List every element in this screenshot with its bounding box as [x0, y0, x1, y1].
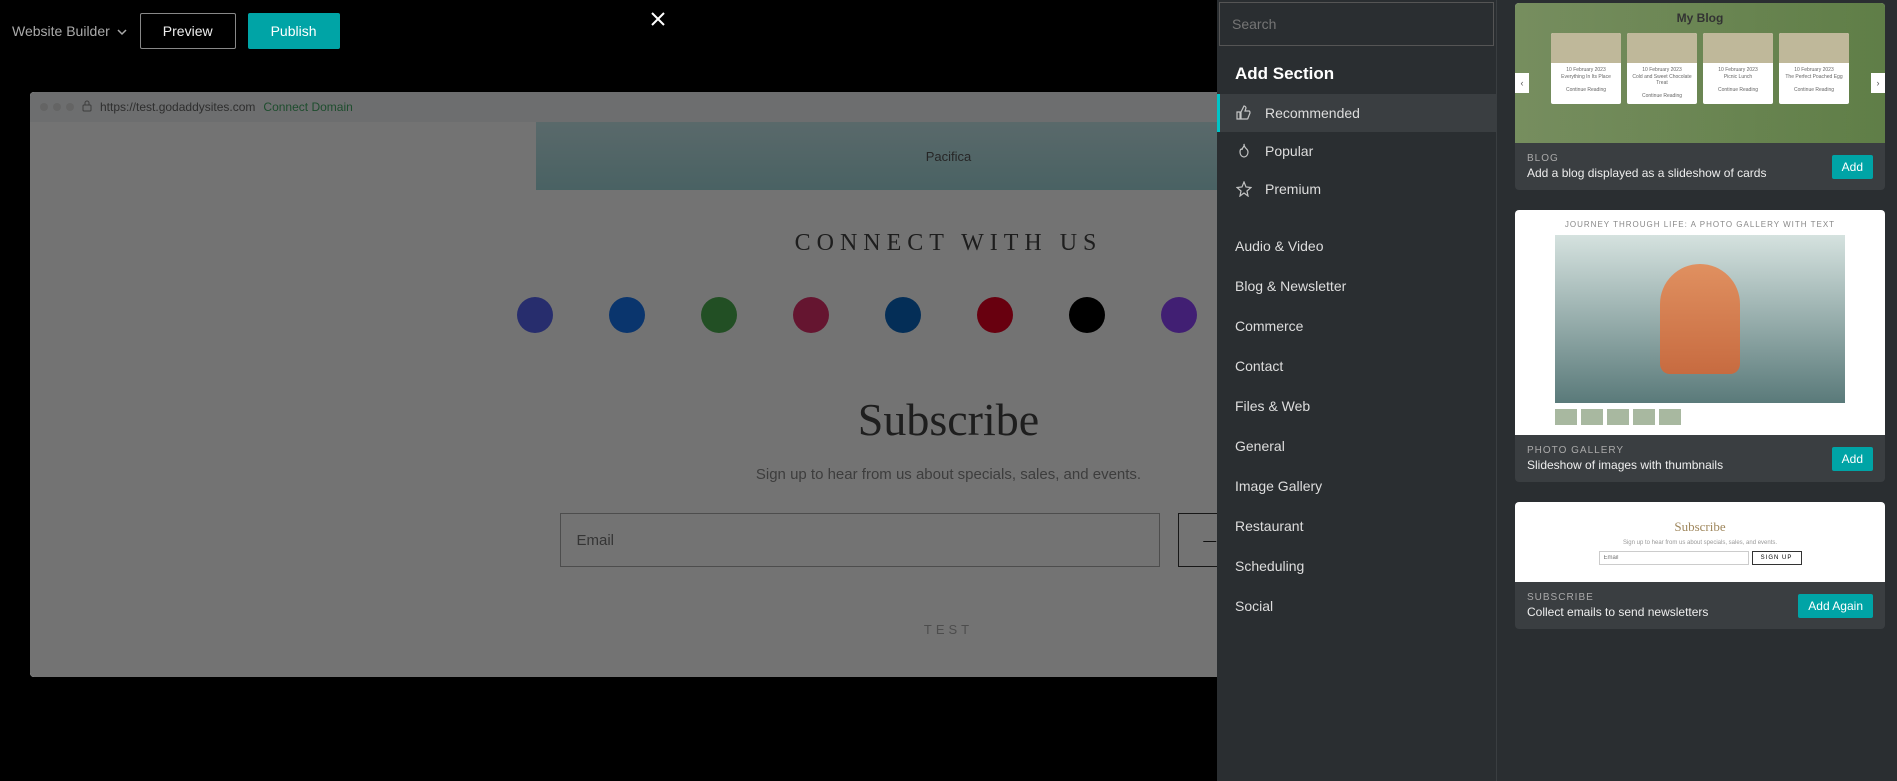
card-category: PHOTO GALLERY	[1527, 445, 1723, 456]
cat-social[interactable]: Social	[1217, 586, 1496, 626]
read-more: Continue Reading	[1783, 87, 1845, 94]
sub-prev-email	[1599, 551, 1749, 565]
blog-preview-title: My Blog	[1515, 3, 1885, 33]
tab-label: Recommended	[1265, 105, 1360, 121]
card-category: BLOG	[1527, 153, 1766, 164]
gallery-preview-title: JOURNEY THROUGH LIFE: A PHOTO GALLERY WI…	[1525, 220, 1875, 229]
chevron-down-icon	[116, 25, 128, 37]
post-title: Cold and Sweet Chocolate Treat	[1631, 74, 1693, 87]
add-subscribe-button[interactable]: Add Again	[1798, 594, 1873, 618]
cat-general[interactable]: General	[1217, 426, 1496, 466]
template-card-blog: My Blog ‹ › 10 February 2023Everything I…	[1515, 3, 1885, 190]
template-card-subscribe: Subscribe Sign up to hear from us about …	[1515, 502, 1885, 629]
tab-popular[interactable]: Popular	[1217, 132, 1496, 170]
sub-prev-title: Subscribe	[1674, 519, 1725, 535]
card-category: SUBSCRIBE	[1527, 592, 1708, 603]
cat-restaurant[interactable]: Restaurant	[1217, 506, 1496, 546]
publish-button[interactable]: Publish	[248, 13, 340, 49]
preview-button[interactable]: Preview	[140, 13, 236, 49]
post-title: Everything In Its Place	[1555, 74, 1617, 81]
card-description: Collect emails to send newsletters	[1527, 605, 1708, 619]
cat-image-gallery[interactable]: Image Gallery	[1217, 466, 1496, 506]
fire-icon	[1235, 142, 1253, 160]
template-card-gallery: JOURNEY THROUGH LIFE: A PHOTO GALLERY WI…	[1515, 210, 1885, 482]
section-templates: My Blog ‹ › 10 February 2023Everything I…	[1497, 0, 1897, 781]
card-description: Slideshow of images with thumbnails	[1527, 458, 1723, 472]
cat-blog-newsletter[interactable]: Blog & Newsletter	[1217, 266, 1496, 306]
read-more: Continue Reading	[1555, 87, 1617, 94]
subscribe-preview[interactable]: Subscribe Sign up to hear from us about …	[1515, 502, 1885, 582]
star-icon	[1235, 180, 1253, 198]
cat-commerce[interactable]: Commerce	[1217, 306, 1496, 346]
panel-title: Add Section	[1217, 48, 1496, 94]
add-blog-button[interactable]: Add	[1832, 155, 1873, 179]
blog-preview[interactable]: My Blog ‹ › 10 February 2023Everything I…	[1515, 3, 1885, 143]
cat-audio-video[interactable]: Audio & Video	[1217, 226, 1496, 266]
gallery-thumb	[1555, 409, 1577, 425]
card-description: Add a blog displayed as a slideshow of c…	[1527, 166, 1766, 180]
tab-label: Popular	[1265, 143, 1313, 159]
post-title: The Perfect Poached Egg	[1783, 74, 1845, 81]
close-panel-button[interactable]	[643, 4, 673, 34]
search-input[interactable]	[1219, 2, 1494, 46]
tab-label: Premium	[1265, 181, 1321, 197]
gallery-preview[interactable]: JOURNEY THROUGH LIFE: A PHOTO GALLERY WI…	[1515, 210, 1885, 435]
tab-recommended[interactable]: Recommended	[1217, 94, 1496, 132]
tab-premium[interactable]: Premium	[1217, 170, 1496, 208]
read-more: Continue Reading	[1707, 87, 1769, 94]
category-list: Audio & Video Blog & Newsletter Commerce…	[1217, 226, 1496, 626]
gallery-thumb	[1607, 409, 1629, 425]
app-title-text: Website Builder	[12, 23, 110, 39]
cat-scheduling[interactable]: Scheduling	[1217, 546, 1496, 586]
sub-prev-btn: SIGN UP	[1752, 551, 1802, 565]
read-more: Continue Reading	[1631, 93, 1693, 100]
gallery-thumb	[1581, 409, 1603, 425]
filter-tabs: Recommended Popular Premium	[1217, 94, 1496, 208]
panel-sidebar: Add Section Recommended Popular Premium …	[1217, 0, 1497, 781]
gallery-thumb	[1633, 409, 1655, 425]
cat-contact[interactable]: Contact	[1217, 346, 1496, 386]
gallery-thumb	[1659, 409, 1681, 425]
cat-files-web[interactable]: Files & Web	[1217, 386, 1496, 426]
thumb-up-icon	[1235, 104, 1253, 122]
app-title[interactable]: Website Builder	[12, 23, 128, 39]
add-gallery-button[interactable]: Add	[1832, 447, 1873, 471]
sub-prev-sub: Sign up to hear from us about specials, …	[1623, 540, 1777, 546]
post-title: Picnic Lunch	[1707, 74, 1769, 81]
add-section-panel: Add Section Recommended Popular Premium …	[1217, 0, 1897, 781]
